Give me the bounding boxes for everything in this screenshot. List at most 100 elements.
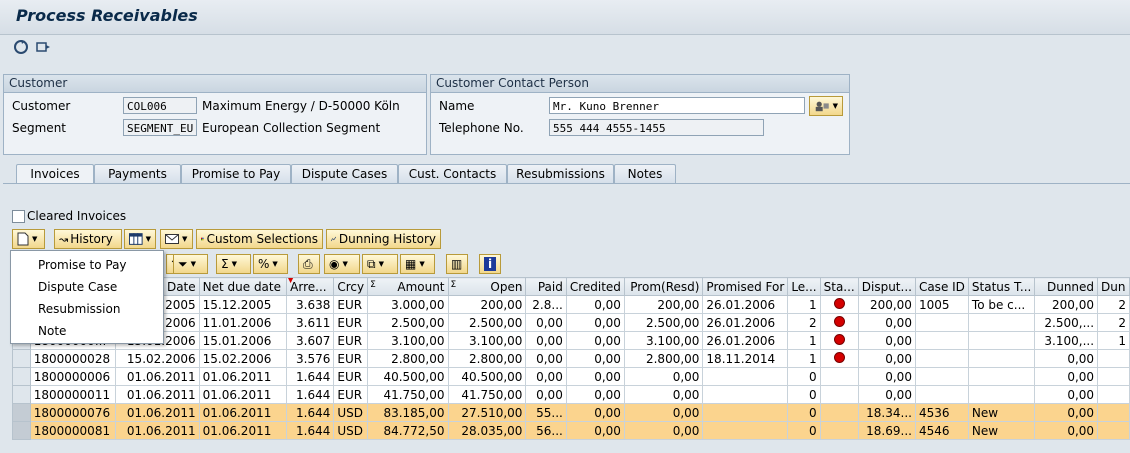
status-cell: [819, 295, 859, 314]
table-row[interactable]: 1800000081 01.06.2011 01.06.2011 1.644 USD 84…: [12, 421, 1130, 440]
row-selector[interactable]: [12, 349, 31, 368]
table-cell: 1: [787, 295, 821, 314]
custom-selections-button[interactable]: Custom Selections: [196, 229, 323, 249]
table-row[interactable]: 18000000...15.01.200615.01.20063.607EUR3…: [12, 331, 1130, 350]
table-cell: 1.644: [286, 385, 335, 404]
table-cell: [914, 349, 969, 368]
table-cell: 0: [787, 421, 821, 440]
customer-label: Customer: [12, 99, 71, 113]
table-cell: 2.800,00: [623, 349, 704, 368]
column-header[interactable]: Dunned: [1034, 277, 1099, 296]
phone-field[interactable]: 555 444 4555-1455: [549, 119, 764, 136]
column-header[interactable]: Promised For: [702, 277, 789, 296]
table-row[interactable]: 1800000076 01.06.2011 01.06.2011 1.644 USD 83…: [12, 403, 1130, 422]
row-selector[interactable]: [12, 385, 31, 404]
column-header[interactable]: Status T...: [967, 277, 1036, 296]
status-cell: [819, 331, 859, 350]
dunning-history-button[interactable]: Dunning History: [326, 229, 441, 249]
application-toolbar: [0, 35, 1130, 61]
column-header[interactable]: Credited: [565, 277, 625, 296]
name-label: Name: [439, 99, 475, 113]
table-cell: 01.06.2011: [115, 403, 200, 422]
table-cell: 0,00: [623, 403, 704, 422]
tab-notes[interactable]: Notes: [614, 164, 676, 183]
table-cell: 15.12.2005: [198, 295, 288, 314]
column-header[interactable]: Sta...: [819, 277, 859, 296]
segment-field[interactable]: SEGMENT_EU: [123, 119, 197, 136]
table-cell: 28.035,00: [447, 421, 527, 440]
row-selector[interactable]: [12, 403, 31, 422]
switch-icon[interactable]: [34, 38, 52, 56]
contact-person-button[interactable]: ▼: [809, 96, 843, 116]
export-button[interactable]: ⧉ ▼: [362, 254, 398, 274]
table-cell: 83.185,00: [367, 403, 449, 422]
row-selector[interactable]: [12, 367, 31, 386]
views-button[interactable]: ◉ ▼: [324, 254, 360, 274]
column-header[interactable]: Case ID: [914, 277, 969, 296]
column-header[interactable]: Paid: [525, 277, 567, 296]
name-field[interactable]: Mr. Kuno Brenner: [549, 97, 805, 114]
table-cell: 3.100,...: [1034, 331, 1099, 350]
table-cell: 01.06.2011: [115, 385, 200, 404]
refresh-icon[interactable]: [12, 38, 30, 56]
table-cell: 0,00: [1034, 349, 1099, 368]
print-button[interactable]: ⎙: [298, 254, 320, 274]
table-cell: 0,00: [565, 421, 625, 440]
table-cell: 2.800,00: [367, 349, 449, 368]
table-cell: 3.100,00: [367, 331, 449, 350]
table-cell: 2.500,00: [367, 313, 449, 332]
change-layout-button[interactable]: ▦ ▼: [400, 254, 435, 274]
sum-button[interactable]: Σ ▼: [216, 254, 251, 274]
dropdown-arrow-icon: ▼: [190, 260, 196, 268]
customer-field[interactable]: COL006: [123, 97, 197, 114]
table-cell: 0,00: [857, 313, 916, 332]
column-header-label: Amount: [397, 279, 445, 294]
column-header[interactable]: Prom(Resd): [623, 277, 704, 296]
table-cell: To be c...: [967, 295, 1036, 314]
table-cell: EUR: [333, 367, 369, 386]
table-row[interactable]: 1800000006 01.06.2011 01.06.2011 1.644 EUR 40…: [12, 367, 1130, 386]
tab-payments[interactable]: Payments: [94, 164, 181, 183]
cleared-invoices-label: Cleared Invoices: [27, 209, 127, 223]
column-header[interactable]: Le...: [787, 277, 821, 296]
table-row[interactable]: 1800000028 15.02.2006 15.02.2006 3.576 EUR 2.…: [12, 349, 1130, 368]
filter-button[interactable]: ⏷ ▼: [173, 254, 208, 274]
tab-promise-to-pay[interactable]: Promise to Pay: [181, 164, 291, 183]
table-row[interactable]: 1800000011 01.06.2011 01.06.2011 1.644 EUR 41…: [12, 385, 1130, 404]
info-button[interactable]: i: [479, 254, 501, 274]
column-header[interactable]: Crcy: [333, 277, 369, 296]
table-row[interactable]: 2005 15.12.2005 3.638 EUR 3.000,00 200,00 2.8.…: [12, 295, 1130, 314]
table-cell: 0,00: [565, 349, 625, 368]
graphic-button[interactable]: ▥: [446, 254, 468, 274]
row-selector[interactable]: [12, 421, 31, 440]
column-header[interactable]: Σ Open: [447, 277, 527, 296]
column-header[interactable]: Dun: [1097, 277, 1130, 296]
layout-button[interactable]: ▼: [124, 229, 156, 249]
tab-resubmissions[interactable]: Resubmissions: [507, 164, 614, 183]
tab-dispute-cases[interactable]: Dispute Cases: [291, 164, 398, 183]
cleared-invoices-checkbox[interactable]: [12, 210, 25, 223]
table-cell: 18.11.2014: [702, 349, 789, 368]
column-header[interactable]: Σ Amount: [367, 277, 449, 296]
chart-icon: [331, 236, 336, 242]
tab-invoices[interactable]: Invoices: [16, 164, 94, 184]
send-button[interactable]: ▼: [160, 229, 193, 249]
subtotal-button[interactable]: % ▼: [253, 254, 288, 274]
column-header[interactable]: Net due date: [198, 277, 288, 296]
person-icon: [815, 101, 829, 112]
menu-item-note[interactable]: Note: [38, 324, 66, 338]
menu-item-resubmission[interactable]: Resubmission: [38, 302, 120, 316]
table-cell: EUR: [333, 313, 369, 332]
column-header[interactable]: ▼ Arre...: [286, 277, 335, 296]
table-cell: 1800000006: [29, 367, 117, 386]
column-header-label: Open: [490, 279, 523, 294]
history-button[interactable]: ↝ History: [54, 229, 122, 249]
column-header[interactable]: Disput...: [857, 277, 916, 296]
table-cell: 1: [787, 349, 821, 368]
tab-cust-contacts[interactable]: Cust. Contacts: [398, 164, 507, 183]
table-row[interactable]: 2006 11.01.2006 3.611 EUR 2.500,00 2.500,00 0,…: [12, 313, 1130, 332]
create-button[interactable]: ▼: [12, 229, 45, 249]
menu-item-dispute-case[interactable]: Dispute Case: [38, 280, 117, 294]
table-cell: 1.644: [286, 421, 335, 440]
menu-item-promise-to-pay[interactable]: Promise to Pay: [38, 258, 127, 272]
